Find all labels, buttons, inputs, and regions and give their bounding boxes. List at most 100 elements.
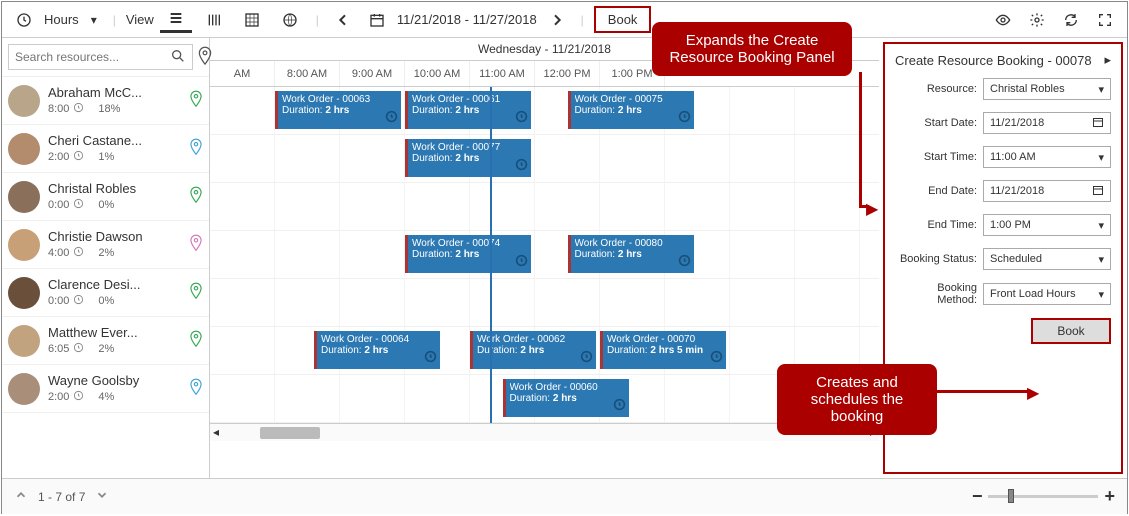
gear-icon[interactable] (1023, 8, 1051, 32)
work-order-task[interactable]: Work Order - 00075 Duration: 2 hrs (568, 91, 694, 129)
mode-dropdown-icon[interactable]: ▾ (85, 9, 103, 31)
scroll-left-icon[interactable]: ◂ (213, 425, 219, 439)
search-icon[interactable] (170, 48, 186, 67)
method-label: Booking Method: (895, 282, 983, 306)
eye-icon[interactable] (989, 8, 1017, 32)
task-duration: Duration: 2 hrs 5 min (607, 345, 722, 356)
clock-icon (515, 110, 528, 126)
time-column-header: 10:00 AM (405, 61, 470, 86)
zoom-slider[interactable] (988, 495, 1098, 498)
work-order-task[interactable]: Work Order - 00070 Duration: 2 hrs 5 min (600, 331, 726, 369)
zoom-in-icon[interactable]: + (1104, 486, 1115, 507)
view-globe-icon[interactable] (274, 8, 306, 32)
work-order-task[interactable]: Work Order - 00062 Duration: 2 hrs (470, 331, 596, 369)
work-order-task[interactable]: Work Order - 00064 Duration: 2 hrs (314, 331, 440, 369)
page-prev-icon[interactable] (14, 488, 28, 505)
resource-pct: 4% (98, 391, 114, 403)
method-value: Front Load Hours (990, 288, 1076, 300)
resource-name: Matthew Ever... (48, 325, 189, 340)
enddate-field[interactable]: 11/21/2018 (983, 180, 1111, 202)
schedule-row[interactable]: Work Order - 00063 Duration: 2 hrs Work … (210, 87, 879, 135)
resource-name: Cheri Castane... (48, 133, 189, 148)
resource-item[interactable]: Christal Robles 0:00 0% (2, 173, 209, 221)
scroll-thumb[interactable] (260, 427, 320, 439)
method-field[interactable]: Front Load Hours▾ (983, 283, 1111, 305)
avatar (8, 181, 40, 213)
schedule-row[interactable] (210, 279, 879, 327)
resource-pct: 1% (98, 151, 114, 163)
work-order-task[interactable]: Work Order - 00063 Duration: 2 hrs (275, 91, 401, 129)
schedule-row[interactable]: Work Order - 00074 Duration: 2 hrs Work … (210, 231, 879, 279)
work-order-task[interactable]: Work Order - 00074 Duration: 2 hrs (405, 235, 531, 273)
panel-book-button[interactable]: Book (1031, 318, 1111, 344)
refresh-icon[interactable] (1057, 8, 1085, 32)
grid-cell (340, 375, 405, 422)
page-next-icon[interactable] (95, 488, 109, 505)
search-field[interactable] (15, 50, 170, 64)
resource-hours: 0:00 (48, 295, 69, 307)
resource-stats: 0:00 0% (48, 294, 189, 308)
prev-icon[interactable] (329, 8, 357, 32)
task-duration: Duration: 2 hrs (412, 153, 527, 164)
resource-item[interactable]: Cheri Castane... 2:00 1% (2, 125, 209, 173)
grid-cell (210, 183, 275, 230)
resource-item[interactable]: Wayne Goolsby 2:00 4% (2, 365, 209, 413)
next-icon[interactable] (543, 8, 571, 32)
view-columns-icon[interactable] (198, 8, 230, 32)
resource-hours: 0:00 (48, 199, 69, 211)
clock-icon (73, 390, 84, 404)
avatar (8, 85, 40, 117)
zoom-thumb[interactable] (1008, 489, 1014, 503)
zoom-out-icon[interactable]: − (972, 486, 983, 507)
grid-cell (730, 279, 795, 326)
grid-cell (470, 279, 535, 326)
starttime-field[interactable]: 11:00 AM▾ (983, 146, 1111, 168)
view-list-icon[interactable] (160, 6, 192, 33)
endtime-field[interactable]: 1:00 PM▾ (983, 214, 1111, 236)
grid-cell (340, 183, 405, 230)
pin-icon[interactable] (189, 138, 203, 159)
schedule-row[interactable] (210, 183, 879, 231)
work-order-task[interactable]: Work Order - 00080 Duration: 2 hrs (568, 235, 694, 273)
resource-stats: 0:00 0% (48, 198, 189, 212)
grid-cell (210, 231, 275, 278)
resource-sidebar: Abraham McC... 8:00 18% Cheri Castane...… (2, 38, 210, 478)
clock-icon (73, 150, 84, 164)
separator: | (577, 13, 588, 27)
work-order-task[interactable]: Work Order - 00061 Duration: 2 hrs (405, 91, 531, 129)
resource-field[interactable]: Christal Robles▾ (983, 78, 1111, 100)
pin-icon[interactable] (189, 186, 203, 207)
grid-cell (600, 279, 665, 326)
panel-collapse-icon[interactable]: ▸ (1104, 52, 1111, 68)
resource-item[interactable]: Clarence Desi... 0:00 0% (2, 269, 209, 317)
mode-icon[interactable] (10, 8, 38, 32)
resource-item[interactable]: Abraham McC... 8:00 18% (2, 77, 209, 125)
resource-item[interactable]: Matthew Ever... 6:05 2% (2, 317, 209, 365)
fullscreen-icon[interactable] (1091, 8, 1119, 32)
schedule-row[interactable]: Work Order - 00077 Duration: 2 hrs (210, 135, 879, 183)
task-title: Work Order - 00064 (321, 334, 436, 345)
view-grid-icon[interactable] (236, 8, 268, 32)
task-title: Work Order - 00062 (477, 334, 592, 345)
pin-icon[interactable] (189, 282, 203, 303)
grid-cell (405, 375, 470, 422)
grid-cell (405, 279, 470, 326)
status-field[interactable]: Scheduled▾ (983, 248, 1111, 270)
grid-cell (535, 279, 600, 326)
search-input[interactable] (8, 44, 193, 70)
work-order-task[interactable]: Work Order - 00077 Duration: 2 hrs (405, 139, 531, 177)
task-title: Work Order - 00075 (575, 94, 690, 105)
pin-icon[interactable] (189, 330, 203, 351)
pin-icon[interactable] (189, 90, 203, 111)
grid-cell (795, 231, 860, 278)
task-duration: Duration: 2 hrs (575, 105, 690, 116)
work-order-task[interactable]: Work Order - 00060 Duration: 2 hrs (503, 379, 629, 417)
book-button[interactable]: Book (594, 6, 652, 33)
resource-item[interactable]: Christie Dawson 4:00 2% (2, 221, 209, 269)
calendar-icon[interactable] (363, 8, 391, 32)
task-title: Work Order - 00060 (510, 382, 625, 393)
pin-icon[interactable] (189, 234, 203, 255)
startdate-field[interactable]: 11/21/2018 (983, 112, 1111, 134)
time-column-header: 11:00 AM (470, 61, 535, 86)
pin-icon[interactable] (189, 378, 203, 399)
